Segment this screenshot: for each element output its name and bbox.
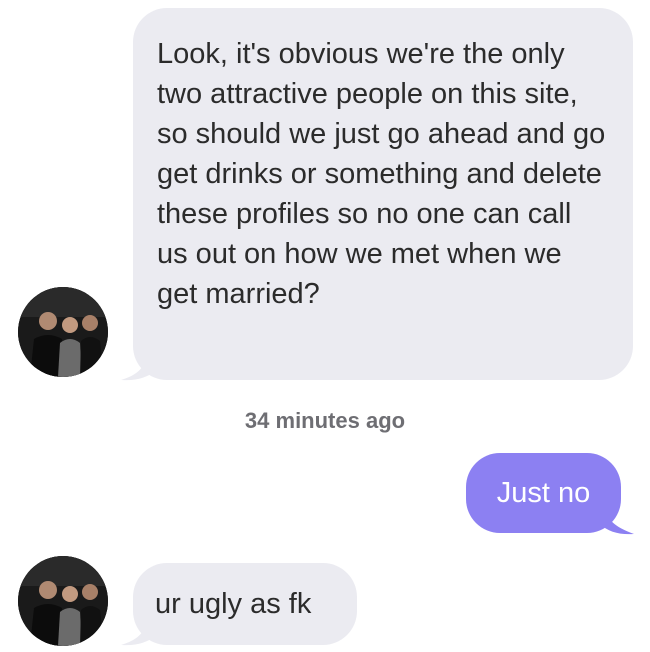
sender-avatar[interactable] <box>18 287 108 377</box>
group-photo-icon <box>18 287 108 377</box>
message-text: Just no <box>496 477 591 509</box>
group-photo-icon <box>18 556 108 646</box>
incoming-message-bubble[interactable]: Look, it's obvious we're the only two at… <box>133 8 633 380</box>
sender-avatar[interactable] <box>18 556 108 646</box>
incoming-message-bubble[interactable]: ur ugly as fk <box>133 563 357 645</box>
message-timestamp: 34 minutes ago <box>244 408 406 433</box>
message-thread: Look, it's obvious we're the only two at… <box>0 0 650 652</box>
outgoing-message-bubble[interactable]: Just no <box>466 453 621 533</box>
message-text: ur ugly as fk <box>155 588 312 620</box>
message-text: Look, it's obvious we're the only two at… <box>157 38 606 310</box>
